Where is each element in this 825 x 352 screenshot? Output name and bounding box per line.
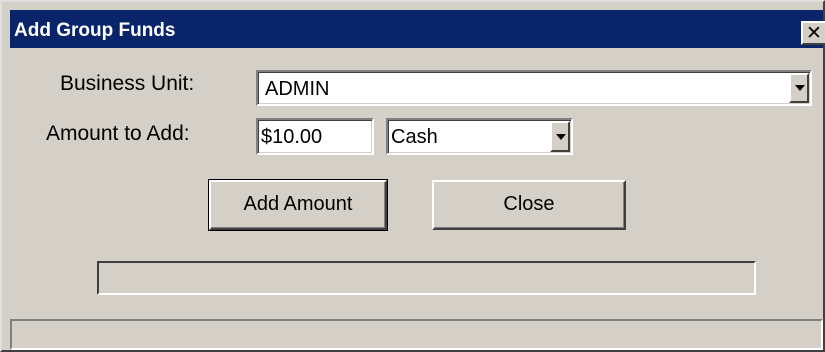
business-unit-select[interactable]: ADMIN — [256, 70, 812, 106]
close-icon: ✕ — [806, 22, 822, 44]
close-window-button[interactable]: ✕ — [801, 21, 825, 45]
chevron-down-icon — [795, 85, 805, 91]
status-bar — [10, 319, 823, 350]
chevron-down-icon — [556, 133, 566, 140]
progress-bar — [97, 261, 756, 295]
add-amount-button[interactable]: Add Amount — [208, 179, 388, 231]
add-group-funds-dialog: Add Group Funds ✕ Business Unit: ADMIN A… — [0, 0, 825, 352]
business-unit-value: ADMIN — [265, 78, 330, 100]
amount-value: $10.00 — [261, 126, 323, 148]
amount-to-add-label: Amount to Add: — [46, 122, 190, 145]
close-button-label: Close — [503, 193, 555, 215]
close-button[interactable]: Close — [432, 180, 626, 230]
amount-input[interactable]: $10.00 — [256, 118, 374, 155]
payment-type-select[interactable]: Cash — [386, 118, 573, 155]
business-unit-dropdown-button[interactable] — [789, 73, 809, 103]
payment-type-dropdown-button[interactable] — [550, 121, 570, 152]
add-amount-button-label: Add Amount — [243, 193, 353, 215]
title-bar: Add Group Funds ✕ — [10, 10, 825, 48]
business-unit-label: Business Unit: — [60, 72, 195, 95]
window-title: Add Group Funds — [14, 20, 176, 41]
payment-type-value: Cash — [391, 126, 438, 148]
